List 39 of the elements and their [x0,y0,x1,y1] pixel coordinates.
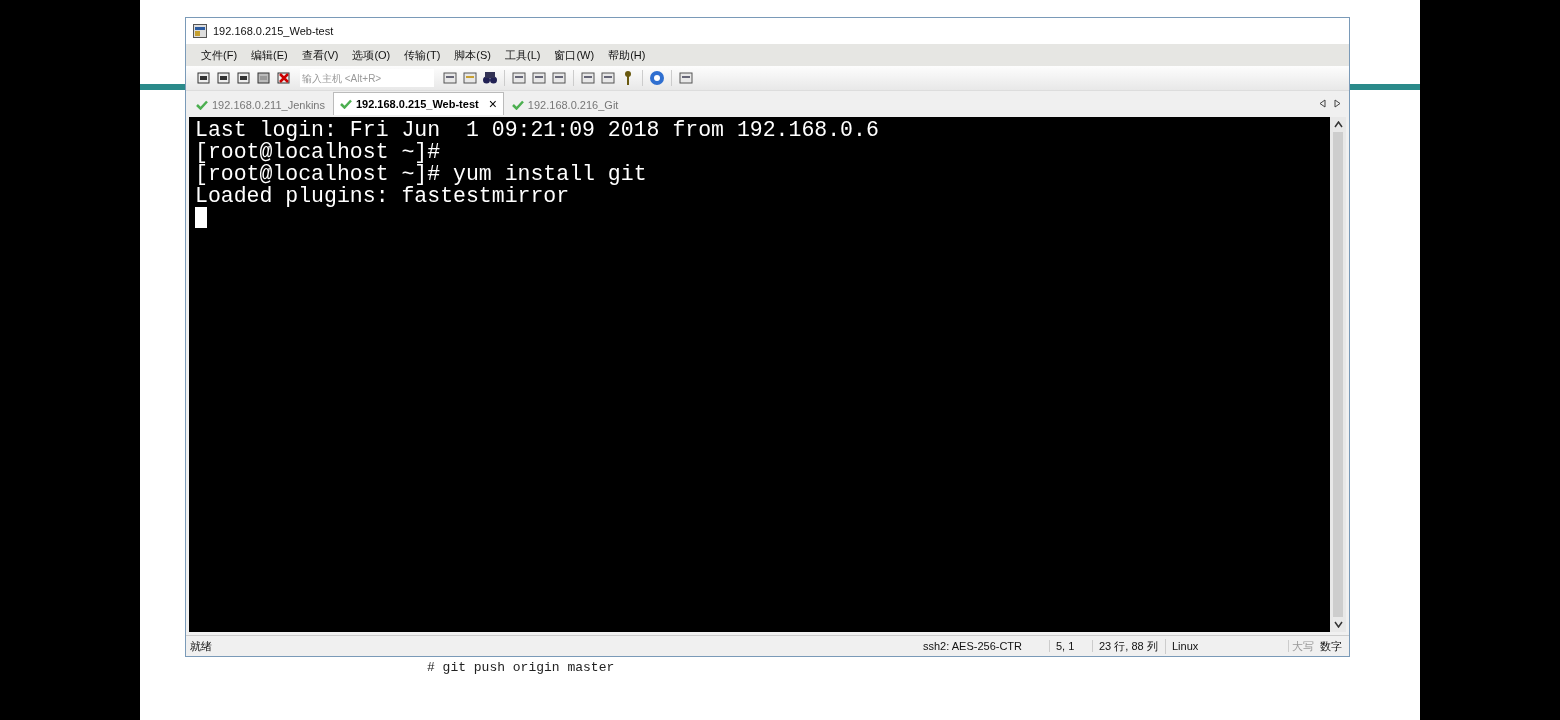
menu-item[interactable]: 窗口(W) [547,47,602,63]
window-title: 192.168.0.215_Web-test [213,25,334,37]
scroll-left-icon[interactable] [1319,98,1326,108]
terminal-line: [root@localhost ~]# yum install git [195,163,647,185]
disconnect-icon[interactable] [276,70,292,86]
code-text: # git push origin master [427,660,615,675]
menu-item[interactable]: 工具(L) [498,47,548,63]
terminal-line: Loaded plugins: fastestmirror [195,185,570,207]
os-text: Linux [1166,640,1289,652]
status-text: 就绪 [190,638,212,654]
host-input-field[interactable]: 输入主机 <Alt+R> [300,69,434,87]
terminal-line: Last login: Fri Jun 1 09:21:09 2018 from 192.168.0.6 [195,119,879,141]
check-icon [339,99,352,109]
menu-item[interactable]: 帮助(H) [601,47,653,63]
app-icon [193,24,207,38]
menu-item[interactable]: 查看(V) [294,47,346,63]
key-indicator: 大写 [1291,638,1315,654]
session-tab[interactable]: 192.168.0.215_Web-test × [332,92,504,115]
key-indicator: 数字 [1319,638,1343,654]
cursor-position-text: 5, 1 [1050,640,1093,652]
cipher-text: ssh2: AES-256-CTR [917,640,1050,652]
session-tab[interactable]: 192.168.0.216_Git [505,95,625,115]
session-tab[interactable]: 192.168.0.211_Jenkins [190,95,331,115]
scroll-right-icon[interactable] [1334,98,1341,108]
menu-item[interactable]: 选项(O) [345,47,398,63]
menu-item[interactable]: 文件(F) [194,47,245,63]
text-cursor [195,207,207,228]
help-icon[interactable] [649,70,665,86]
menu-item[interactable]: 编辑(E) [244,47,295,63]
menu-item[interactable]: 脚本(S) [447,47,498,63]
terminal-line: [root@localhost ~]# [195,141,441,163]
check-icon [511,100,524,110]
close-tab-button[interactable]: × [488,96,497,112]
scroll-bar[interactable] [1330,117,1346,632]
terminal-screen[interactable]: Last login: Fri Jun 1 09:21:09 2018 from 192.168.0.6 [root@localhost ~]# [root@localhost ~]# yum install git Loaded plugins: fastestmirror [189,117,1330,632]
menu-item[interactable]: 传输(T) [397,47,448,63]
terminal-size-text: 23 行, 88 列 [1093,638,1166,654]
check-icon [196,100,208,110]
find-icon[interactable] [482,70,498,86]
